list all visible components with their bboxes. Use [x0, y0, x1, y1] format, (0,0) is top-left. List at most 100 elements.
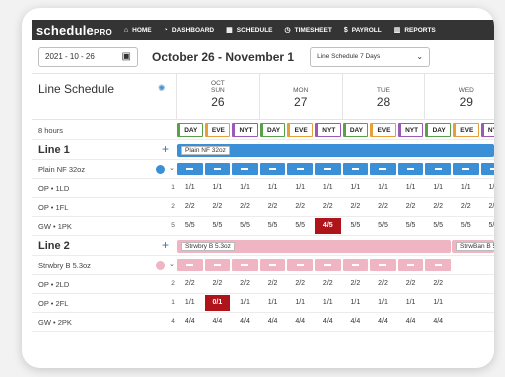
- staffing-cell[interactable]: 2/2: [260, 280, 286, 287]
- product-slot[interactable]: [370, 163, 396, 175]
- product-slot[interactable]: [287, 259, 313, 271]
- staffing-cell[interactable]: 1/1: [287, 184, 313, 191]
- staffing-cell[interactable]: 5/5: [205, 222, 231, 229]
- staffing-cell[interactable]: 4/4: [232, 318, 258, 325]
- staffing-cell[interactable]: 4/4: [425, 318, 451, 325]
- staffing-cell[interactable]: 2/2: [343, 280, 369, 287]
- staffing-cell[interactable]: 2/2: [398, 203, 424, 210]
- staffing-cell[interactable]: 1/1: [232, 184, 258, 191]
- staffing-cell[interactable]: 4/4: [370, 318, 396, 325]
- staffing-cell[interactable]: 2/2: [370, 203, 396, 210]
- nav-item-payroll[interactable]: $ PAYROLL: [344, 26, 382, 34]
- shift-day-chip[interactable]: DAY: [177, 123, 203, 137]
- nav-item-home[interactable]: ⌂ HOME: [124, 26, 152, 34]
- product-slot[interactable]: [315, 259, 341, 271]
- staffing-cell[interactable]: 2/2: [343, 203, 369, 210]
- shift-day-chip[interactable]: DAY: [425, 123, 451, 137]
- chevron-down-icon[interactable]: ⌄: [169, 260, 175, 268]
- staffing-cell[interactable]: 1/1: [260, 184, 286, 191]
- staffing-cell[interactable]: 1/1: [398, 184, 424, 191]
- staffing-cell[interactable]: 1/1: [425, 299, 451, 306]
- shift-eve-chip[interactable]: EVE: [204, 123, 231, 137]
- staffing-cell[interactable]: 1/1: [343, 299, 369, 306]
- shift-eve-chip[interactable]: EVE: [453, 123, 479, 137]
- staffing-cell[interactable]: 1/1: [177, 184, 203, 191]
- product-slot[interactable]: [177, 259, 203, 271]
- staffing-cell[interactable]: 4/4: [315, 318, 341, 325]
- staffing-cell[interactable]: 2/2: [453, 203, 479, 210]
- staffing-cell[interactable]: 2/2: [287, 280, 313, 287]
- nav-item-schedule[interactable]: ▦ SCHEDULE: [226, 26, 272, 35]
- understaffed-cell[interactable]: 0/1: [204, 295, 231, 311]
- staffing-cell[interactable]: 2/2: [177, 203, 203, 210]
- product-bar[interactable]: Plain NF 32oz: [177, 144, 494, 157]
- shift-nyt-chip[interactable]: NYT: [232, 123, 258, 137]
- staffing-cell[interactable]: 2/2: [398, 280, 424, 287]
- nav-item-dashboard[interactable]: ◔ DASHBOARD: [164, 26, 214, 34]
- calendar-icon[interactable]: ▣: [122, 51, 131, 62]
- staffing-cell[interactable]: 4/4: [398, 318, 424, 325]
- add-icon[interactable]: +: [162, 142, 169, 156]
- product-slot[interactable]: [315, 163, 341, 175]
- staffing-cell[interactable]: 2/2: [177, 280, 203, 287]
- shift-nyt-chip[interactable]: NYT: [397, 123, 424, 137]
- staffing-cell[interactable]: 2/2: [205, 280, 231, 287]
- product-slot[interactable]: [480, 163, 494, 175]
- staffing-cell[interactable]: 4/4: [177, 318, 203, 325]
- date-picker[interactable]: 2021 - 10 - 26 ▣: [38, 46, 138, 67]
- staffing-cell[interactable]: 1/1: [370, 299, 396, 306]
- staffing-cell[interactable]: 1/1: [315, 184, 341, 191]
- staffing-cell[interactable]: 2/2: [315, 280, 341, 287]
- staffing-cell[interactable]: 4/4: [260, 318, 286, 325]
- shift-day-chip[interactable]: DAY: [342, 123, 369, 137]
- staffing-cell[interactable]: 2/2: [232, 280, 258, 287]
- staffing-cell[interactable]: 2/2: [481, 203, 494, 210]
- logo[interactable]: schedulePRO: [36, 23, 112, 38]
- staffing-cell[interactable]: 5/5: [260, 222, 286, 229]
- product-bar[interactable]: StrwBan B 5.3: [452, 240, 494, 253]
- staffing-cell[interactable]: 1/1: [370, 184, 396, 191]
- shift-eve-chip[interactable]: EVE: [370, 123, 396, 137]
- product-slot[interactable]: [287, 163, 313, 175]
- product-slot[interactable]: [342, 259, 369, 271]
- staffing-cell[interactable]: 1/1: [232, 299, 258, 306]
- staffing-cell[interactable]: 2/2: [315, 203, 341, 210]
- staffing-cell[interactable]: 2/2: [425, 203, 451, 210]
- product-slot[interactable]: [342, 163, 369, 175]
- staffing-cell[interactable]: 5/5: [287, 222, 313, 229]
- product-slot[interactable]: [397, 163, 424, 175]
- product-slot[interactable]: [453, 163, 479, 175]
- product-slot[interactable]: [425, 259, 451, 271]
- staffing-cell[interactable]: 1/1: [343, 184, 369, 191]
- staffing-cell[interactable]: 1/1: [398, 299, 424, 306]
- product-slot[interactable]: [232, 259, 258, 271]
- chevron-down-icon[interactable]: ⌄: [169, 164, 175, 172]
- product-slot[interactable]: [204, 259, 231, 271]
- product-slot[interactable]: [425, 163, 451, 175]
- shift-nyt-chip[interactable]: NYT: [480, 123, 494, 137]
- nav-item-reports[interactable]: ▥ REPORTS: [394, 26, 436, 35]
- settings-icon[interactable]: ✺: [158, 83, 166, 94]
- product-slot[interactable]: [397, 259, 424, 271]
- staffing-cell[interactable]: 1/1: [453, 184, 479, 191]
- staffing-cell[interactable]: 1/1: [205, 184, 231, 191]
- staffing-cell[interactable]: 5/5: [343, 222, 369, 229]
- shift-day-chip[interactable]: DAY: [259, 123, 286, 137]
- product-bar[interactable]: Strwbry B 5.3oz: [177, 240, 451, 253]
- staffing-cell[interactable]: 2/2: [287, 203, 313, 210]
- staffing-cell[interactable]: 5/5: [453, 222, 479, 229]
- staffing-cell[interactable]: 2/2: [232, 203, 258, 210]
- add-icon[interactable]: +: [162, 238, 169, 252]
- staffing-cell[interactable]: 1/1: [425, 184, 451, 191]
- staffing-cell[interactable]: 1/1: [287, 299, 313, 306]
- nav-item-timesheet[interactable]: ◷ TIMESHEET: [285, 26, 332, 35]
- staffing-cell[interactable]: 5/5: [177, 222, 203, 229]
- staffing-cell[interactable]: 5/5: [425, 222, 451, 229]
- staffing-cell[interactable]: 1/1: [315, 299, 341, 306]
- understaffed-cell[interactable]: 4/5: [315, 218, 341, 234]
- staffing-cell[interactable]: 2/2: [425, 280, 451, 287]
- shift-nyt-chip[interactable]: NYT: [315, 123, 341, 137]
- staffing-cell[interactable]: 5/5: [481, 222, 494, 229]
- staffing-cell[interactable]: 4/4: [287, 318, 313, 325]
- staffing-cell[interactable]: 5/5: [232, 222, 258, 229]
